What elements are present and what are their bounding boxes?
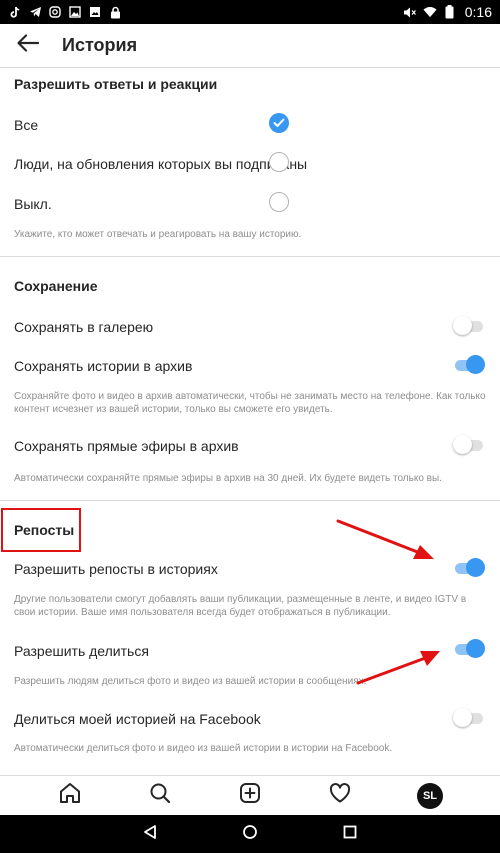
back-button[interactable] — [6, 24, 50, 68]
facebook-helper-text: Автоматически делиться фото и видео из в… — [14, 743, 393, 754]
share-to-facebook-label: Делиться моей историей на Facebook — [14, 711, 261, 727]
lock-icon — [108, 5, 122, 19]
replies-option-following[interactable]: Люди, на обновления которых вы подписаны — [14, 156, 307, 172]
home-nav-button[interactable] — [48, 778, 92, 814]
home-icon — [59, 782, 81, 809]
sharing-helper-text: Разрешить людям делиться фото и видео из… — [14, 676, 367, 687]
heart-icon — [329, 783, 351, 808]
system-home-button[interactable] — [230, 817, 270, 851]
allow-sharing-toggle[interactable] — [453, 638, 485, 660]
replies-option-everyone[interactable]: Все — [14, 117, 38, 133]
search-nav-button[interactable] — [138, 778, 182, 814]
activity-nav-button[interactable] — [318, 778, 362, 814]
add-post-nav-button[interactable] — [228, 778, 272, 814]
settings-content: Разрешить ответы и реакции Все Люди, на … — [0, 68, 500, 775]
instagram-icon — [48, 5, 62, 19]
search-icon — [149, 782, 171, 809]
radio-following[interactable] — [269, 152, 289, 172]
status-right-icons: 0:16 — [403, 4, 492, 20]
wifi-icon — [423, 5, 437, 19]
allow-reposts-toggle[interactable] — [453, 557, 485, 579]
system-back-button[interactable] — [130, 817, 170, 851]
save-to-gallery-toggle[interactable] — [453, 315, 485, 337]
status-left-icons — [8, 5, 122, 19]
add-post-icon — [239, 782, 261, 809]
system-recents-button[interactable] — [330, 817, 370, 851]
profile-nav-button[interactable]: SL — [408, 778, 452, 814]
save-stories-archive-label: Сохранять истории в архив — [14, 358, 193, 374]
toggle-thumb — [453, 316, 472, 335]
save-live-archive-toggle[interactable] — [453, 434, 485, 456]
replies-option-off[interactable]: Выкл. — [14, 196, 52, 212]
share-to-facebook-toggle[interactable] — [453, 707, 485, 729]
status-time: 0:16 — [464, 4, 492, 20]
allow-sharing-label: Разрешить делиться — [14, 643, 149, 659]
image-icon — [88, 5, 102, 19]
allow-reposts-label: Разрешить репосты в историях — [14, 561, 218, 577]
archive-helper-text: Сохраняйте фото и видео в архив автомати… — [14, 391, 486, 415]
reposts-section-title: Репосты — [14, 522, 75, 538]
gallery-icon — [68, 5, 82, 19]
toggle-thumb — [466, 355, 485, 374]
live-helper-text: Автоматически сохраняйте прямые эфиры в … — [14, 473, 442, 484]
radio-everyone[interactable] — [269, 113, 289, 133]
profile-avatar: SL — [417, 782, 443, 809]
screen: 0:16 История Разрешить ответы и реакции … — [0, 0, 500, 853]
mute-icon — [403, 5, 417, 19]
bottom-nav: SL — [0, 775, 500, 815]
replies-helper-text: Укажите, кто может отвечать и реагироват… — [14, 229, 302, 240]
tiktok-icon — [8, 5, 22, 19]
battery-icon — [443, 5, 457, 19]
page-title: История — [62, 35, 138, 55]
status-bar: 0:16 — [0, 0, 500, 24]
saving-section-title: Сохранение — [14, 278, 98, 294]
toggle-thumb — [466, 639, 485, 658]
toggle-thumb — [466, 558, 485, 577]
android-nav-bar — [0, 815, 500, 853]
divider — [0, 500, 500, 501]
radio-off[interactable] — [269, 192, 289, 212]
arrow-left-icon — [17, 34, 40, 57]
replies-section-title: Разрешить ответы и реакции — [14, 76, 218, 92]
save-to-gallery-label: Сохранять в галерею — [14, 319, 154, 335]
save-stories-archive-toggle[interactable] — [453, 354, 485, 376]
back-triangle-icon — [142, 824, 158, 845]
recents-square-icon — [343, 825, 357, 844]
divider — [0, 256, 500, 257]
home-circle-icon — [242, 824, 258, 845]
toggle-thumb — [453, 435, 472, 454]
telegram-icon — [28, 5, 42, 19]
save-live-archive-label: Сохранять прямые эфиры в архив — [14, 438, 239, 454]
app-header: История — [0, 24, 500, 68]
reposts-helper-text: Другие пользователи смогут добавлять ваш… — [14, 594, 467, 618]
toggle-thumb — [453, 708, 472, 727]
